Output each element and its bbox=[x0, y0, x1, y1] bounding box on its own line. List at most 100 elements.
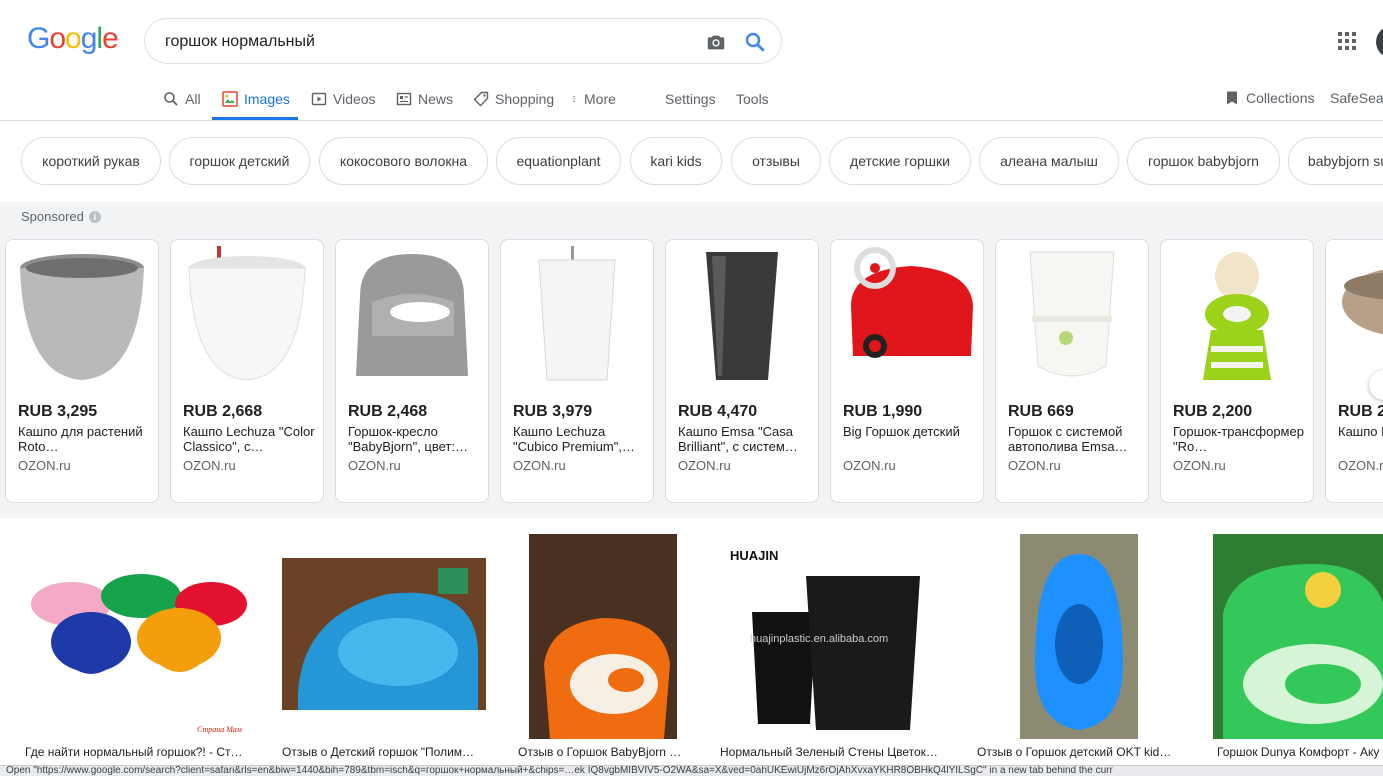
product-store: OZON.ru bbox=[513, 458, 566, 473]
settings-link[interactable]: Settings bbox=[665, 89, 716, 109]
chip[interactable]: алеана малыш bbox=[979, 137, 1119, 185]
camera-icon[interactable] bbox=[705, 31, 727, 53]
tab-news[interactable]: News bbox=[396, 89, 453, 109]
account-avatar[interactable] bbox=[1376, 26, 1383, 58]
product-card[interactable]: RUB 3,295 Кашпо для растений Roto… OZON.… bbox=[5, 239, 159, 503]
tab-label: Videos bbox=[333, 91, 376, 107]
tab-videos[interactable]: Videos bbox=[311, 89, 376, 109]
chip[interactable]: babybjorn su bbox=[1288, 137, 1383, 185]
tools-link[interactable]: Tools bbox=[736, 89, 769, 109]
product-image bbox=[1203, 252, 1271, 380]
product-price: RUB 669 bbox=[1008, 403, 1074, 420]
image-results: Страна Мам Где найти нормальный горшок?!… bbox=[0, 519, 1383, 776]
sponsored-section: Sponsored i RUB 3,295 Кашпо для растений… bbox=[0, 202, 1383, 518]
info-icon[interactable]: i bbox=[88, 210, 101, 223]
chip[interactable]: кокосового волокна bbox=[319, 137, 488, 185]
apps-grid-icon[interactable] bbox=[1338, 32, 1356, 50]
product-card[interactable]: RUB 3,979 Кашпо Lechuza "Cubico Premium"… bbox=[500, 239, 654, 503]
product-image bbox=[1342, 269, 1383, 335]
chip[interactable]: детские горшки bbox=[829, 137, 971, 185]
product-store: OZON.ru bbox=[678, 458, 731, 473]
active-tab-indicator bbox=[212, 117, 298, 120]
news-icon bbox=[396, 92, 412, 106]
product-title: Кашпо Pottery bbox=[1338, 424, 1383, 439]
result-caption: Отзыв о Детский горшок "Полим… bbox=[282, 745, 475, 759]
tab-label: News bbox=[418, 91, 454, 107]
settings-label: Settings bbox=[665, 91, 716, 107]
tab-all[interactable]: All bbox=[163, 89, 201, 109]
search-box[interactable]: горшок нормальный bbox=[144, 18, 782, 64]
product-price: RUB 3,979 bbox=[513, 403, 593, 420]
product-store: OZON.ru bbox=[348, 458, 401, 473]
search-tabs: All Images Videos News Shopping More Set… bbox=[0, 80, 1383, 120]
product-price: RUB 3,295 bbox=[18, 403, 98, 420]
watermark-text: Страна Мам bbox=[197, 725, 242, 734]
search-icon bbox=[164, 92, 178, 106]
tools-label: Tools bbox=[736, 91, 769, 107]
image-icon bbox=[222, 91, 238, 107]
video-icon bbox=[311, 92, 327, 106]
result-image: Страна Мам bbox=[21, 534, 254, 739]
header: Google горшок нормальный All Images Vide… bbox=[0, 0, 1383, 121]
product-image bbox=[1029, 251, 1115, 377]
product-title: Кашпо Emsa "Casa Brilliant", с систем… bbox=[678, 424, 798, 454]
result-caption: Нормальный Зеленый Стены Цветок… bbox=[720, 745, 938, 759]
product-card[interactable]: RUB 4,470 Кашпо Emsa "Casa Brilliant", с… bbox=[665, 239, 819, 503]
product-card[interactable]: RUB 2,468 Горшок-кресло "BabyBjorn", цве… bbox=[335, 239, 489, 503]
product-card[interactable]: RUB 669 Горшок с системой автополива Ems… bbox=[995, 239, 1149, 503]
sponsored-label: Sponsored i bbox=[21, 209, 101, 224]
product-store: OZON.ru bbox=[1008, 458, 1061, 473]
tab-images[interactable]: Images bbox=[222, 89, 290, 109]
chip[interactable]: отзывы bbox=[731, 137, 821, 185]
safesearch-link[interactable]: SafeSear bbox=[1330, 88, 1383, 108]
product-store: OZON.r bbox=[1338, 458, 1383, 473]
product-price: RUB 2 bbox=[1338, 403, 1383, 420]
bookmark-icon bbox=[1227, 91, 1237, 105]
product-image bbox=[851, 247, 973, 358]
chip[interactable]: kari kids bbox=[630, 137, 722, 185]
status-bar: Open "https://www.google.com/search?clie… bbox=[0, 765, 1383, 776]
product-card[interactable]: RUB 2,200 Горшок-трансформер "Ro… OZON.r… bbox=[1160, 239, 1314, 503]
search-input[interactable]: горшок нормальный bbox=[165, 33, 315, 51]
collections-link[interactable]: Collections bbox=[1224, 88, 1314, 108]
search-icon[interactable] bbox=[743, 30, 767, 54]
product-card[interactable]: RUB 2 Кашпо Pottery OZON.r bbox=[1325, 239, 1383, 503]
product-image bbox=[706, 252, 778, 380]
chip[interactable]: горшок детский bbox=[169, 137, 310, 185]
related-chips: короткий рукав горшок детский кокосового… bbox=[0, 121, 1383, 201]
dots-icon bbox=[573, 95, 575, 103]
product-store: OZON.ru bbox=[1173, 458, 1226, 473]
safesearch-label: SafeSear bbox=[1330, 90, 1383, 106]
product-price: RUB 4,470 bbox=[678, 403, 758, 420]
google-logo[interactable]: Google bbox=[27, 22, 119, 56]
result-image bbox=[529, 534, 677, 739]
result-image bbox=[278, 534, 490, 739]
product-title: Горшок-трансформер "Ro… bbox=[1173, 424, 1304, 454]
tab-label: All bbox=[185, 91, 201, 107]
google-images-page: Google горшок нормальный All Images Vide… bbox=[0, 0, 1383, 776]
tag-icon bbox=[473, 91, 489, 107]
product-title: Кашпо Lechuza "Cubico Premium",… bbox=[513, 424, 635, 454]
tab-label: Shopping bbox=[495, 91, 555, 107]
tab-shopping[interactable]: Shopping bbox=[473, 89, 554, 109]
chip[interactable]: equationplant bbox=[496, 137, 621, 185]
result-caption: Отзыв о Горшок детский OKT kid… bbox=[977, 745, 1172, 759]
chip[interactable]: горшок babybjorn bbox=[1127, 137, 1280, 185]
chip[interactable]: короткий рукав bbox=[21, 137, 161, 185]
result-caption: Горшок Dunya Комфорт - Аку bbox=[1217, 745, 1380, 759]
product-title: Горшок-кресло "BabyBjorn", цвет:… bbox=[348, 424, 469, 454]
collections-label: Collections bbox=[1246, 90, 1315, 106]
result-caption: Отзыв о Горшок BabyBjorn … bbox=[518, 745, 682, 759]
product-price: RUB 1,990 bbox=[843, 403, 923, 420]
sponsored-text: Sponsored bbox=[21, 209, 84, 224]
brand-text: HUAJIN bbox=[730, 548, 778, 563]
result-caption: Где найти нормальный горшок?! - Ст… bbox=[25, 745, 243, 759]
product-price: RUB 2,668 bbox=[183, 403, 263, 420]
product-price: RUB 2,468 bbox=[348, 403, 428, 420]
product-image bbox=[188, 246, 306, 381]
tab-label: Images bbox=[244, 91, 290, 107]
product-image bbox=[356, 254, 468, 376]
tab-more[interactable]: More bbox=[570, 89, 616, 109]
product-card[interactable]: RUB 2,668 Кашпо Lechuza "Color Classico"… bbox=[170, 239, 324, 503]
product-card[interactable]: RUB 1,990 Big Горшок детский OZON.ru bbox=[830, 239, 984, 503]
